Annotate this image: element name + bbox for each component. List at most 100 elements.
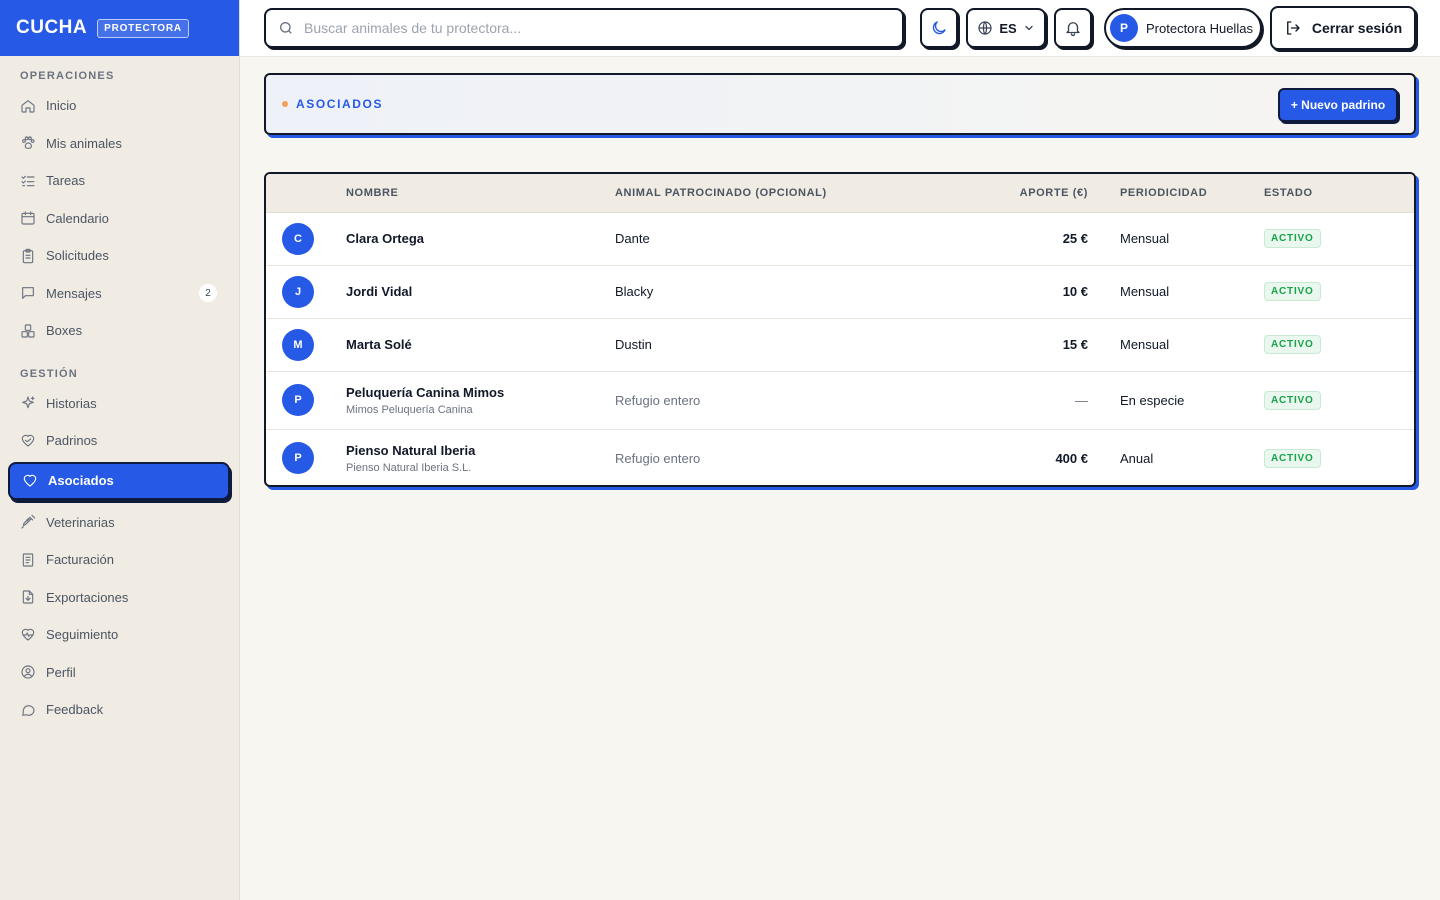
nav-gestion: GESTIÓN Historias Padrinos Asociados Vet… xyxy=(0,367,239,729)
sidebar-item-label: Seguimiento xyxy=(46,627,119,643)
home-icon xyxy=(20,98,36,114)
avatar: M xyxy=(282,328,314,361)
sidebar-item-label: Padrinos xyxy=(46,433,98,449)
unread-count-badge: 2 xyxy=(199,284,217,303)
avatar: C xyxy=(282,222,314,255)
notifications-button[interactable] xyxy=(1054,8,1092,48)
sidebar-item-label: Boxes xyxy=(46,323,83,339)
sidebar-item-historias[interactable]: Historias xyxy=(8,385,231,423)
associate-name[interactable]: Peluquería Canina Mimos xyxy=(346,385,615,400)
status-badge: ACTIVO xyxy=(1264,282,1321,301)
sidebar-item-seguimiento[interactable]: Seguimiento xyxy=(8,616,231,654)
chat-bubble-icon xyxy=(20,702,36,718)
logout-icon xyxy=(1286,21,1300,35)
sponsored-animal: Blacky xyxy=(615,284,654,299)
sidebar-item-perfil[interactable]: Perfil xyxy=(8,654,231,692)
sidebar-item-tareas[interactable]: Tareas xyxy=(8,162,231,200)
sidebar-item-label: Asociados xyxy=(48,473,114,488)
header-dot xyxy=(282,101,288,107)
table-row[interactable]: J Jordi Vidal Blacky 10 € Mensual ACTIVO xyxy=(266,265,1414,319)
sidebar-item-solicitudes[interactable]: Solicitudes xyxy=(8,237,231,275)
status-badge: ACTIVO xyxy=(1264,448,1321,468)
associate-name[interactable]: Clara Ortega xyxy=(346,231,615,246)
column-header-periodicidad[interactable]: PERIODICIDAD xyxy=(1088,174,1264,213)
sidebar-item-mis-animales[interactable]: Mis animales xyxy=(8,125,231,163)
brand-header[interactable]: CUCHA PROTECTORA xyxy=(0,0,239,56)
column-header-animal[interactable]: ANIMAL PATROCINADO (OPCIONAL) xyxy=(615,174,966,213)
column-header-aporte[interactable]: APORTE (€) xyxy=(966,174,1088,213)
brand-badge: PROTECTORA xyxy=(97,18,189,38)
logout-label: Cerrar sesión xyxy=(1311,20,1403,36)
user-circle-icon xyxy=(20,664,36,680)
heart-handshake-icon xyxy=(20,433,36,449)
sidebar-item-inicio[interactable]: Inicio xyxy=(8,87,231,125)
checklist-icon xyxy=(20,173,36,189)
calendar-icon xyxy=(20,210,36,226)
sidebar-item-exportaciones[interactable]: Exportaciones xyxy=(8,579,231,617)
logout-button[interactable]: Cerrar sesión xyxy=(1270,6,1416,50)
contribution-amount: — xyxy=(1075,392,1088,408)
language-selector[interactable]: ES xyxy=(966,8,1046,48)
page-header: ASOCIADOS + Nuevo padrino xyxy=(264,73,1416,135)
status-badge: ACTIVO xyxy=(1264,335,1321,354)
bell-icon xyxy=(1066,22,1080,37)
sidebar-item-label: Tareas xyxy=(46,173,86,189)
sidebar-item-asociados[interactable]: Asociados xyxy=(8,461,230,500)
search-bar[interactable] xyxy=(264,8,904,48)
theme-toggle-button[interactable] xyxy=(920,8,958,48)
associate-name[interactable]: Jordi Vidal xyxy=(346,284,615,299)
table-row[interactable]: P Pienso Natural Iberia Pienso Natural I… xyxy=(266,429,1414,485)
sidebar-item-veterinarias[interactable]: Veterinarias xyxy=(8,504,231,542)
heart-icon xyxy=(22,473,38,489)
moon-icon xyxy=(932,21,946,35)
brand-logo: CUCHA xyxy=(16,17,88,38)
user-name: Protectora Huellas xyxy=(1146,20,1253,36)
avatar: P xyxy=(282,384,314,416)
new-sponsor-button[interactable]: + Nuevo padrino xyxy=(1278,88,1398,122)
sidebar-item-facturacion[interactable]: Facturación xyxy=(8,541,231,579)
table-header-row: NOMBRE ANIMAL PATROCINADO (OPCIONAL) APO… xyxy=(266,174,1414,213)
periodicity: Mensual xyxy=(1120,231,1170,246)
sidebar-item-label: Exportaciones xyxy=(46,589,129,605)
sponsored-animal: Refugio entero xyxy=(615,450,701,466)
sidebar-item-label: Facturación xyxy=(46,552,114,568)
globe-icon xyxy=(978,21,992,35)
periodicity: Mensual xyxy=(1120,337,1170,352)
file-download-icon xyxy=(20,589,36,605)
sidebar-item-label: Feedback xyxy=(46,702,104,718)
table-row[interactable]: C Clara Ortega Dante 25 € Mensual ACTIVO xyxy=(266,212,1414,266)
boxes-icon xyxy=(20,323,36,339)
search-icon xyxy=(280,22,292,34)
column-header-estado[interactable]: ESTADO xyxy=(1264,174,1414,213)
column-header-avatar xyxy=(266,174,346,213)
avatar: P xyxy=(282,442,314,475)
associate-company: Mimos Peluquería Canina xyxy=(346,403,473,416)
sidebar-item-boxes[interactable]: Boxes xyxy=(8,312,231,350)
associate-company: Pienso Natural Iberia S.L. xyxy=(346,461,472,474)
associate-name[interactable]: Pienso Natural Iberia xyxy=(346,443,615,458)
sidebar-item-mensajes[interactable]: Mensajes 2 xyxy=(8,275,231,313)
sidebar-item-label: Calendario xyxy=(46,210,109,226)
sidebar-item-label: Perfil xyxy=(46,664,76,680)
status-badge: ACTIVO xyxy=(1264,390,1321,410)
sidebar-item-calendario[interactable]: Calendario xyxy=(8,200,231,238)
sidebar-item-padrinos[interactable]: Padrinos xyxy=(8,422,231,460)
periodicity: En especie xyxy=(1120,392,1185,408)
sidebar-item-feedback[interactable]: Feedback xyxy=(8,691,231,729)
table-row[interactable]: P Peluquería Canina Mimos Mimos Peluquer… xyxy=(266,371,1414,430)
receipt-icon xyxy=(20,552,36,568)
contribution-amount: 15 € xyxy=(1062,337,1088,352)
table-row[interactable]: M Marta Solé Dustin 15 € Mensual ACTIVO xyxy=(266,318,1414,372)
sidebar-item-label: Mensajes xyxy=(46,285,102,301)
associate-name[interactable]: Marta Solé xyxy=(346,337,615,352)
contribution-amount: 400 € xyxy=(1055,450,1088,466)
user-menu-button[interactable]: P Protectora Huellas xyxy=(1104,8,1262,48)
column-header-nombre[interactable]: NOMBRE xyxy=(346,174,615,213)
sidebar-item-label: Inicio xyxy=(46,98,77,114)
page-title: ASOCIADOS xyxy=(296,97,384,111)
search-input[interactable] xyxy=(304,20,884,36)
paw-icon xyxy=(20,135,36,151)
avatar: J xyxy=(282,275,314,308)
sidebar: CUCHA PROTECTORA OPERACIONES Inicio Mis … xyxy=(0,0,240,900)
avatar: P xyxy=(1110,14,1138,42)
